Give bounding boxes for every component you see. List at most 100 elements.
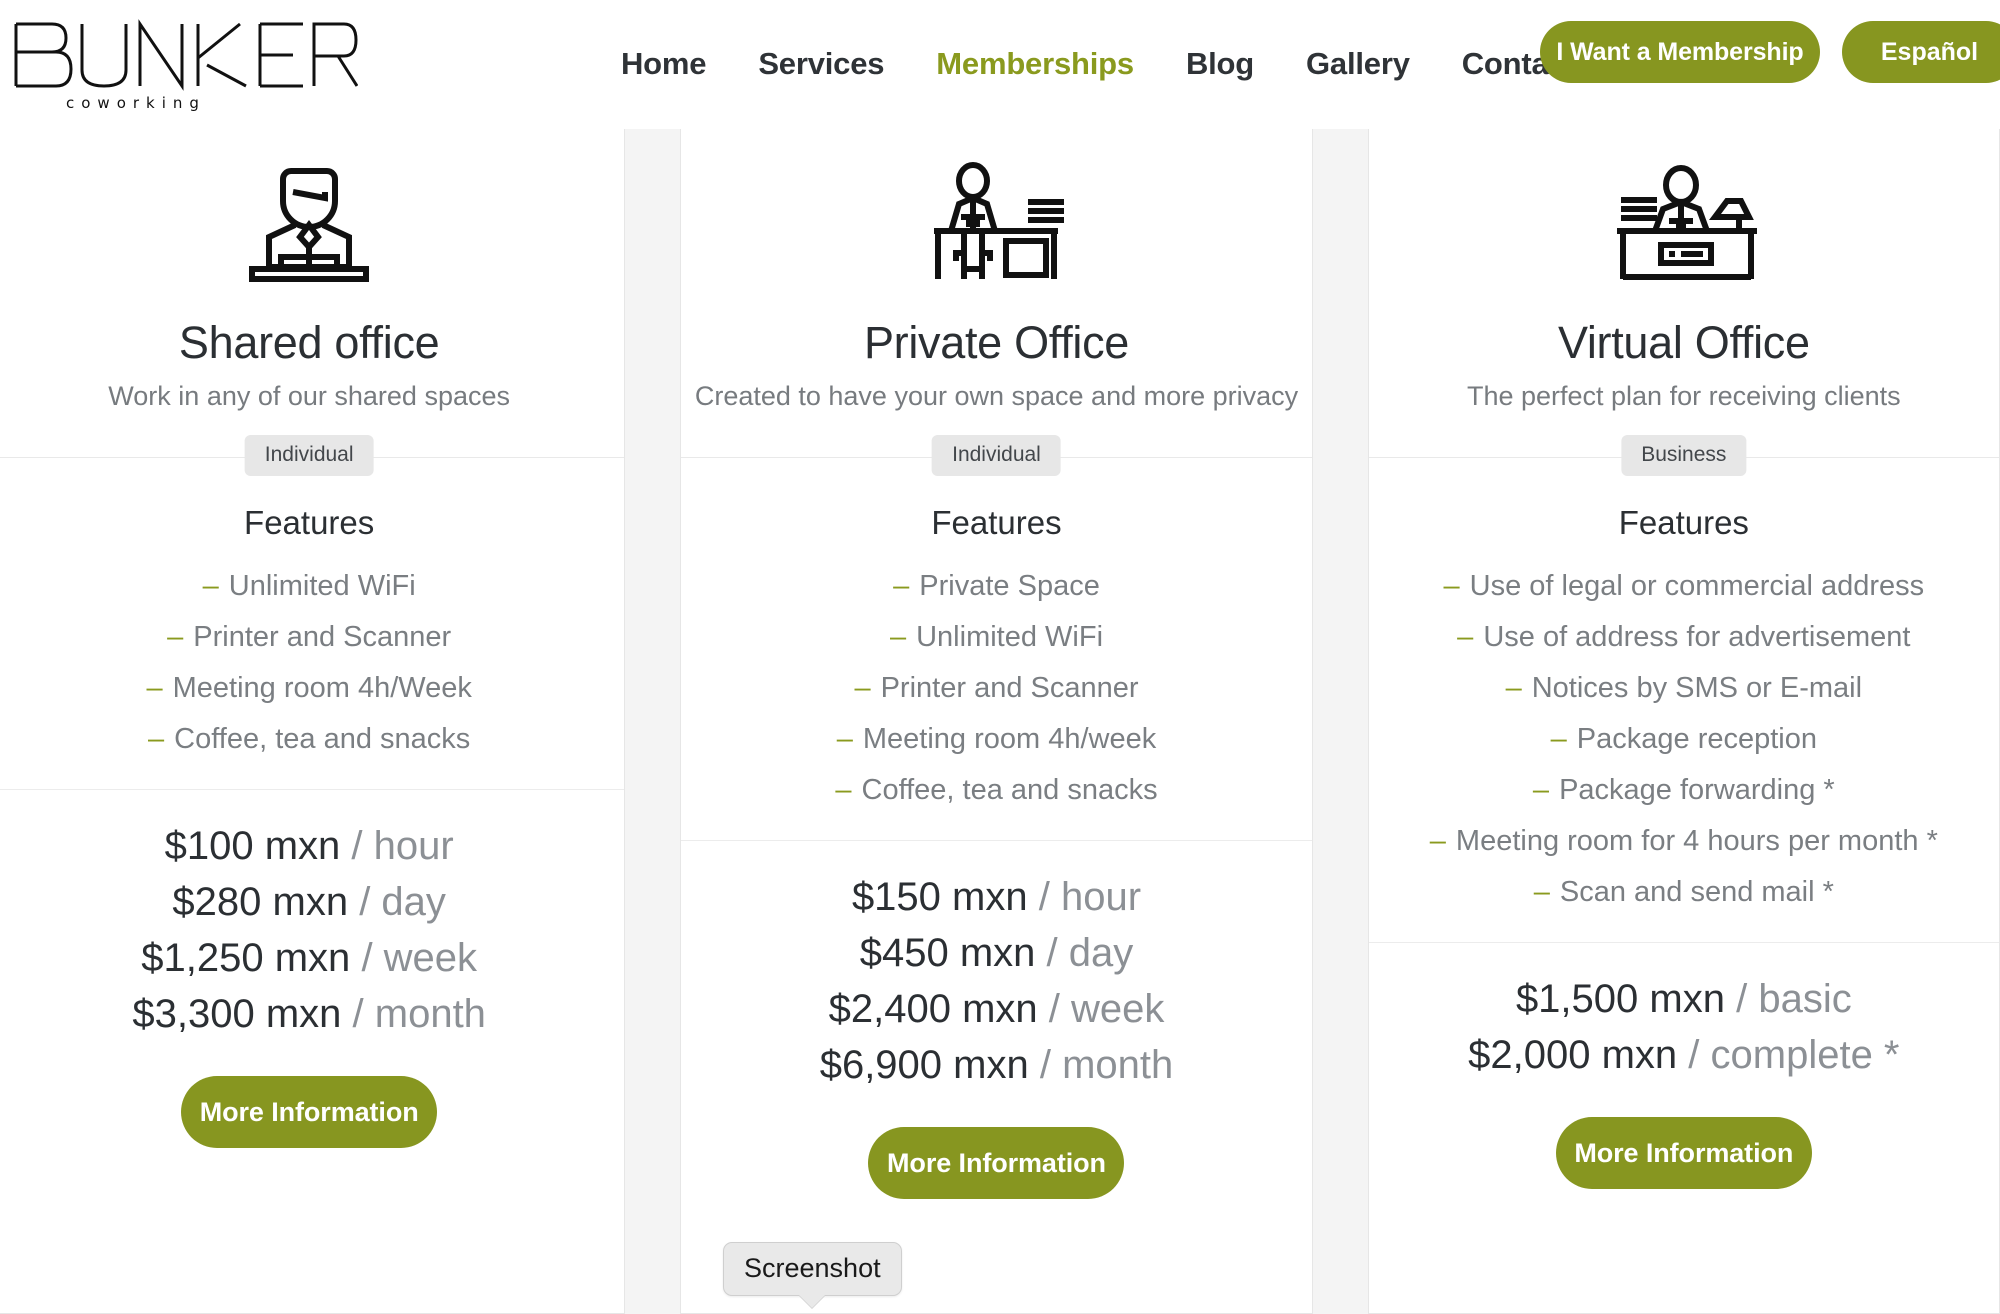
svg-text:coworking: coworking	[66, 94, 206, 112]
status-badge: Business	[1621, 435, 1747, 476]
price-row: $1,250 mxn / week	[0, 930, 624, 986]
screenshot-tooltip: Screenshot	[723, 1242, 902, 1308]
card-badge-row: Individual	[681, 431, 1312, 483]
card-header: Shared office Work in any of our shared …	[0, 129, 624, 415]
price-unit: / week	[1048, 987, 1165, 1031]
site-header: coworking Home Services Memberships Blog…	[0, 0, 2000, 129]
feature-label: Package forwarding *	[1559, 774, 1835, 806]
list-item: – Scan and send mail *	[1369, 867, 1999, 918]
list-item: – Private Space	[681, 561, 1311, 612]
price-row: $280 mxn / day	[0, 874, 624, 930]
more-information-button[interactable]: More Information	[181, 1076, 438, 1148]
price-row: $2,400 mxn / week	[681, 981, 1311, 1037]
main-navigation: Home Services Memberships Blog Gallery C…	[595, 44, 1602, 84]
bunker-logo[interactable]: coworking	[8, 14, 358, 114]
list-item: – Printer and Scanner	[0, 612, 624, 663]
price-unit: / month	[352, 992, 486, 1036]
feature-label: Unlimited WiFi	[228, 570, 416, 602]
features-list: – Private Space – Unlimited WiFi – Printer …	[681, 561, 1311, 816]
list-item: – Printer and Scanner	[681, 663, 1311, 714]
dash-icon: –	[167, 621, 184, 653]
dash-icon: –	[146, 672, 163, 704]
price-row: $1,500 mxn / basic	[1369, 971, 1999, 1027]
card-subtitle: Created to have your own space and more …	[694, 381, 1299, 411]
card-title: Shared office	[178, 317, 440, 368]
price-list: $100 mxn / hour $280 mxn / day $1,250 mx…	[0, 790, 624, 1042]
list-item: – Package forwarding *	[1369, 765, 1999, 816]
price-unit: / hour	[351, 824, 454, 868]
feature-label: Private Space	[919, 570, 1100, 602]
list-item: – Coffee, tea and snacks	[0, 714, 624, 765]
price-unit: / month	[1039, 1043, 1174, 1087]
price-amount: $280 mxn	[172, 880, 349, 924]
list-item: – Unlimited WiFi	[0, 561, 624, 612]
nav-item-blog[interactable]: Blog	[1160, 44, 1280, 84]
card-cta: More Information	[1369, 1117, 1999, 1189]
features-list: – Unlimited WiFi – Printer and Scanner – Me…	[0, 561, 624, 765]
feature-label: Unlimited WiFi	[916, 621, 1104, 653]
dash-icon: –	[1443, 570, 1460, 602]
list-item: – Package reception	[1369, 714, 1999, 765]
pricing-card-virtual-office: Virtual Office The perfect plan for rece…	[1367, 129, 2000, 1314]
dash-icon: –	[148, 723, 165, 755]
price-list: $150 mxn / hour $450 mxn / day $2,400 mx…	[681, 841, 1311, 1093]
price-amount: $1,250 mxn	[141, 936, 351, 980]
price-list: $1,500 mxn / basic $2,000 mxn / complete…	[1369, 943, 1999, 1083]
pricing-cards-row: Shared office Work in any of our shared …	[0, 129, 2000, 1314]
status-badge: Individual	[932, 435, 1061, 476]
dash-icon: –	[1533, 876, 1550, 908]
dash-icon: –	[1532, 774, 1550, 806]
price-row: $3,300 mxn / month	[0, 986, 624, 1042]
nav-item-gallery[interactable]: Gallery	[1280, 44, 1436, 84]
tooltip-label: Screenshot	[723, 1242, 902, 1296]
more-information-button[interactable]: More Information	[1555, 1117, 1812, 1189]
memberships-section: Shared office Work in any of our shared …	[0, 129, 2000, 1314]
more-information-button[interactable]: More Information	[868, 1127, 1125, 1199]
price-row: $6,900 mxn / month	[681, 1037, 1311, 1093]
dash-icon: –	[836, 723, 853, 755]
card-title: Private Office	[863, 317, 1130, 368]
feature-label: Printer and Scanner	[880, 672, 1139, 704]
list-item: – Use of legal or commercial address	[1369, 561, 1999, 612]
card-subtitle: Work in any of our shared spaces	[108, 381, 511, 411]
feature-label: Meeting room 4h/week	[862, 723, 1157, 755]
dash-icon: –	[1505, 672, 1522, 704]
list-item: – Coffee, tea and snacks	[681, 765, 1311, 816]
feature-label: Meeting room for 4 hours per month *	[1455, 825, 1938, 857]
price-unit: / hour	[1038, 875, 1142, 919]
card-badge-row: Business	[1368, 431, 1999, 483]
price-amount: $450 mxn	[859, 931, 1036, 975]
dash-icon: –	[1457, 621, 1474, 653]
list-item: – Meeting room 4h/week	[681, 714, 1311, 765]
want-membership-button[interactable]: I Want a Membership	[1540, 21, 1820, 83]
price-amount: $150 mxn	[851, 875, 1028, 919]
language-espanol-button[interactable]: Español	[1842, 21, 2000, 83]
price-amount: $6,900 mxn	[819, 1043, 1029, 1087]
pricing-card-shared-office: Shared office Work in any of our shared …	[0, 129, 626, 1314]
feature-label: Notices by SMS or E-mail	[1531, 672, 1863, 704]
feature-label: Use of address for advertisement	[1483, 621, 1911, 653]
dash-icon: –	[1429, 825, 1446, 857]
price-row: $100 mxn / hour	[0, 818, 624, 874]
card-cta: More Information	[681, 1127, 1311, 1199]
person-at-laptop-icon	[0, 149, 624, 299]
price-amount: $3,300 mxn	[132, 992, 342, 1036]
card-header: Virtual Office The perfect plan for rece…	[1369, 129, 1999, 415]
nav-item-home[interactable]: Home	[595, 44, 732, 84]
list-item: – Notices by SMS or E-mail	[1369, 663, 1999, 714]
price-amount: $100 mxn	[164, 824, 341, 868]
card-subtitle: The perfect plan for receiving clients	[1466, 381, 1901, 411]
list-item: – Meeting room for 4 hours per month *	[1369, 816, 1999, 867]
nav-item-memberships[interactable]: Memberships	[910, 44, 1160, 84]
feature-label: Use of legal or commercial address	[1469, 570, 1925, 602]
card-cta: More Information	[0, 1076, 624, 1148]
nav-item-services[interactable]: Services	[732, 44, 910, 84]
price-unit: / day	[359, 880, 446, 924]
price-row: $150 mxn / hour	[681, 869, 1311, 925]
card-title: Virtual Office	[1557, 317, 1810, 368]
price-unit: / basic	[1736, 977, 1852, 1021]
dash-icon: –	[889, 621, 907, 653]
dash-icon: –	[835, 774, 852, 806]
price-unit: / day	[1046, 931, 1134, 975]
pricing-card-private-office: Private Office Created to have your own …	[680, 129, 1313, 1314]
